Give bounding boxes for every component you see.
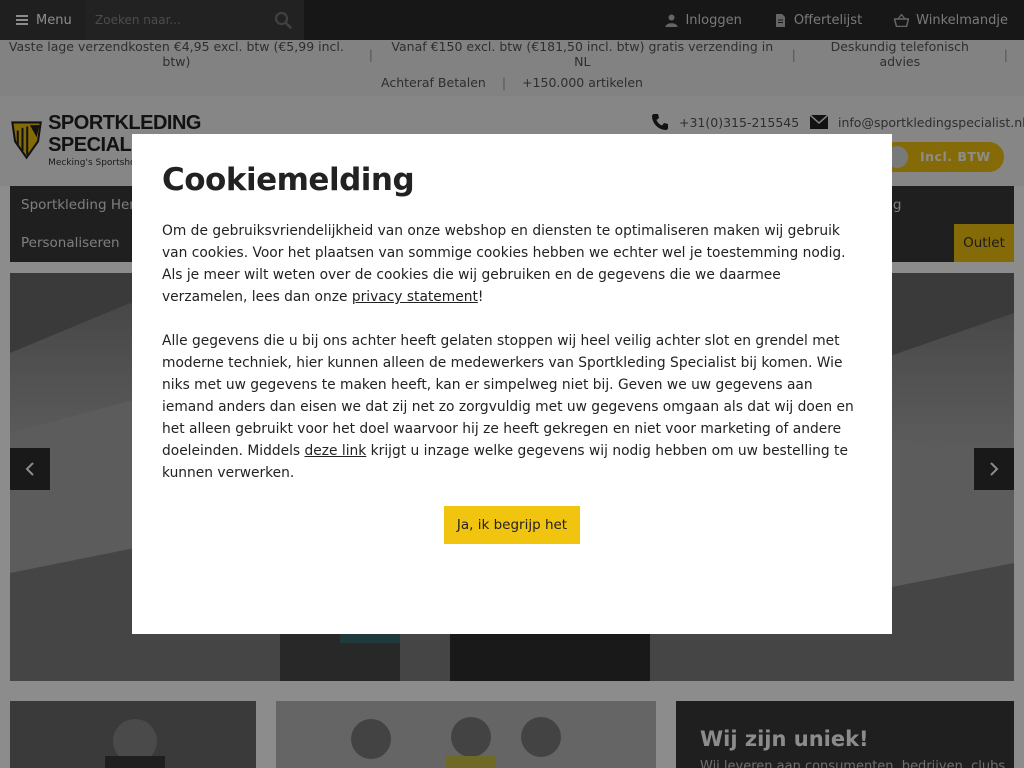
cookie-text: !	[477, 289, 484, 305]
data-overview-link[interactable]: deze link	[305, 443, 367, 459]
cookie-modal-title: Cookiemelding	[162, 162, 415, 198]
accept-cookies-button[interactable]: Ja, ik begrijp het	[444, 506, 580, 544]
privacy-statement-link[interactable]: privacy statement	[352, 289, 478, 305]
cookie-text: Om de gebruiksvriendelijkheid van onze w…	[162, 223, 846, 305]
cookie-paragraph-1: Om de gebruiksvriendelijkheid van onze w…	[162, 220, 862, 308]
cookie-paragraph-2: Alle gegevens die u bij ons achter heeft…	[162, 330, 862, 484]
cookie-text: Alle gegevens die u bij ons achter heeft…	[162, 333, 854, 459]
cookie-modal: Cookiemelding Om de gebruiksvriendelijkh…	[132, 134, 892, 634]
